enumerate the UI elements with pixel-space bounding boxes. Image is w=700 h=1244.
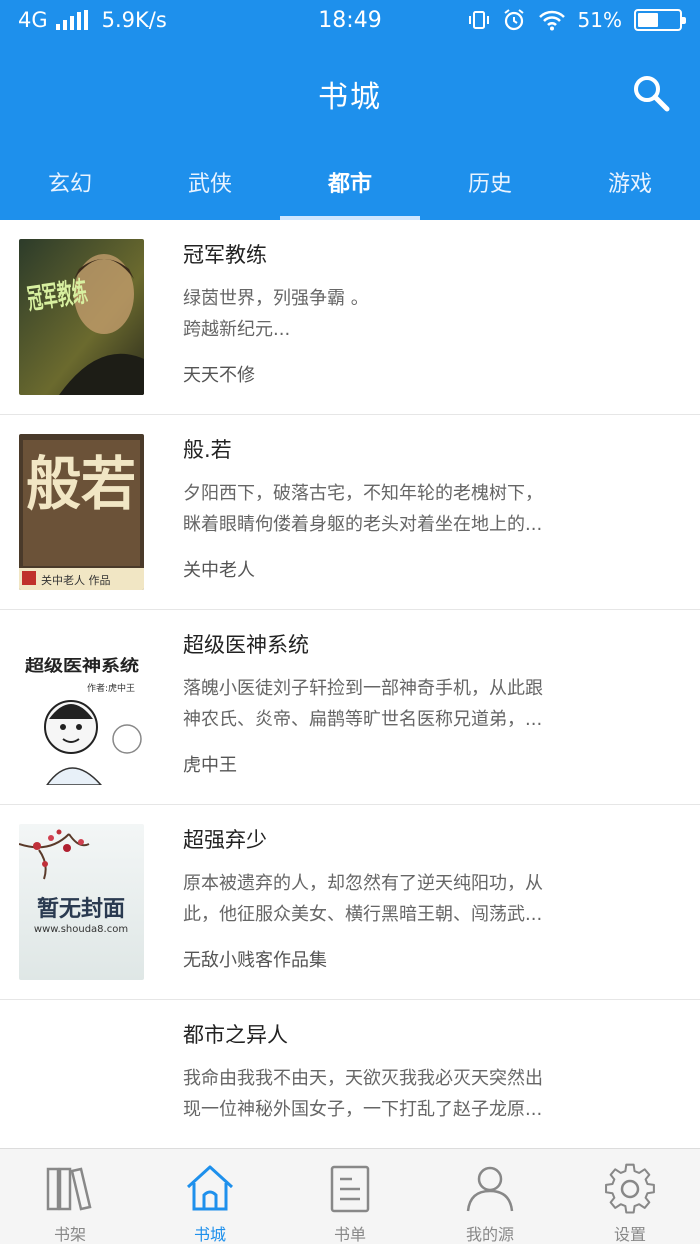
book-description: 绿茵世界，列强争霸 。 跨越新纪元... [183, 288, 369, 340]
page-title: 书城 [318, 80, 382, 115]
book-author: 虎中王 [183, 755, 237, 776]
svg-text:www.shouda8.com: www.shouda8.com [34, 924, 128, 935]
home-icon [186, 1165, 234, 1211]
svg-text:超级医神系统: 超级医神系统 [24, 656, 139, 675]
book-title: 超强弃少 [183, 828, 267, 852]
bottom-navigation: 书架 书城 书单 我的源 设置 [0, 1148, 700, 1244]
book-description: 原本被遗弃的人，却忽然有了逆天纯阳功，从 此，他征服众美女、横行黑暗王朝、闯荡武… [183, 873, 543, 925]
category-tabs: 玄幻 武侠 都市 历史 游戏 [0, 152, 700, 220]
search-icon[interactable] [630, 72, 672, 114]
tab-dushi[interactable]: 都市 [280, 152, 420, 220]
nav-bookstore[interactable]: 书城 [140, 1149, 280, 1244]
book-title: 般.若 [183, 438, 232, 462]
nav-my-source[interactable]: 我的源 [420, 1149, 560, 1244]
nav-settings[interactable]: 设置 [560, 1149, 700, 1244]
book-item[interactable]: 般若 关中老人 作品 般.若 夕阳西下，破落古宅，不知年轮的老槐树下， 眯着眼睛… [0, 415, 700, 610]
wifi-icon [538, 10, 565, 31]
book-cover: 超级医神系统 作者:虎中王 [19, 629, 144, 785]
vibrate-icon [468, 11, 489, 29]
book-description: 夕阳西下，破落古宅，不知年轮的老槐树下， 眯着眼睛佝偻着身躯的老头对着坐在地上的… [183, 483, 543, 535]
user-icon [466, 1166, 514, 1212]
book-item[interactable]: 冠军教练 冠军教练 绿茵世界，列强争霸 。 跨越新纪元... 天天不修 [0, 220, 700, 415]
alarm-icon [503, 9, 524, 31]
tab-xuanhuan[interactable]: 玄幻 [0, 152, 140, 220]
battery-percent: 51% [577, 8, 622, 32]
book-title: 冠军教练 [183, 243, 267, 267]
gear-icon [605, 1163, 655, 1214]
battery-icon [634, 9, 686, 31]
tab-lishi[interactable]: 历史 [420, 152, 560, 220]
svg-text:关中老人 作品: 关中老人 作品 [41, 573, 111, 587]
app-header: 4G 5.9K/s 18:49 51% 书城 玄幻 武侠 都市 历史 游戏 [0, 0, 700, 220]
book-author: 天天不修 [183, 365, 255, 386]
list-doc-icon [330, 1165, 370, 1213]
book-cover: 般若 关中老人 作品 [19, 434, 144, 590]
book-title: 超级医神系统 [183, 633, 309, 657]
book-item[interactable]: 超级医神系统 作者:虎中王 超级医神系统 落魄小医徒刘子轩捡到一部神奇手机，从此… [0, 610, 700, 805]
book-author: 关中老人 [183, 560, 255, 581]
book-list: 冠军教练 冠军教练 绿茵世界，列强争霸 。 跨越新纪元... 天天不修 般若 关… [0, 220, 700, 1148]
book-cover: 暂无封面 www.shouda8.com [19, 824, 144, 980]
book-item[interactable]: 都市之异人 我命由我我不由天，天欲灭我我必灭天突然出 现一位神秘外国女子，一下打… [0, 1000, 700, 1148]
tab-youxi[interactable]: 游戏 [560, 152, 700, 220]
svg-text:作者:虎中王: 作者:虎中王 [87, 682, 135, 694]
tab-wuxia[interactable]: 武侠 [140, 152, 280, 220]
bookshelf-icon [46, 1167, 92, 1211]
book-cover [19, 1019, 144, 1148]
book-item[interactable]: 暂无封面 www.shouda8.com 超强弃少 原本被遗弃的人，却忽然有了逆… [0, 805, 700, 1000]
book-title: 都市之异人 [183, 1023, 288, 1047]
svg-text:般若: 般若 [26, 450, 136, 518]
book-cover: 冠军教练 [19, 239, 144, 395]
book-description: 落魄小医徒刘子轩捡到一部神奇手机，从此跟 神农氏、炎帝、扁鹊等旷世名医称兄道弟，… [183, 678, 543, 730]
book-description: 我命由我我不由天，天欲灭我我必灭天突然出 现一位神秘外国女子，一下打乱了赵子龙原… [183, 1068, 543, 1120]
nav-bookshelf[interactable]: 书架 [0, 1149, 140, 1244]
book-author: 无敌小贱客作品集 [183, 950, 327, 971]
status-bar: 4G 5.9K/s 18:49 51% [0, 0, 700, 44]
svg-text:暂无封面: 暂无封面 [37, 896, 125, 922]
nav-booklist[interactable]: 书单 [280, 1149, 420, 1244]
